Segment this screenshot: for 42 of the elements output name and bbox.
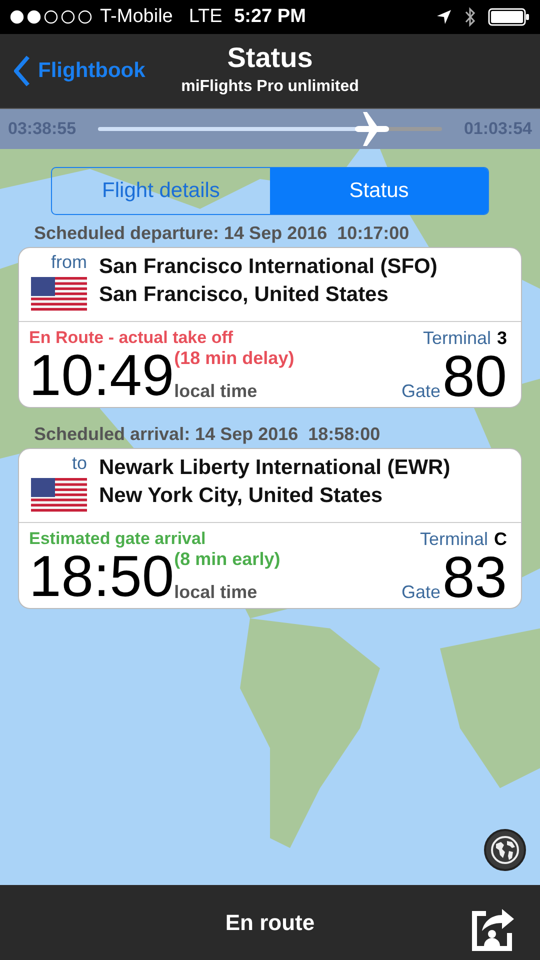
segment-tab[interactable]: Status [270, 168, 488, 214]
flag-icon [31, 478, 87, 514]
time-offset: (18 min delay) [174, 348, 294, 369]
flight-status: Estimated gate arrival [29, 529, 207, 549]
gate-label: Gate [401, 582, 440, 604]
segment-tab[interactable]: Flight details [52, 168, 270, 214]
chevron-left-icon [14, 55, 30, 87]
network-type: LTE [188, 6, 222, 28]
bluetooth-icon [464, 7, 476, 27]
actual-time: 18:50 [29, 549, 174, 605]
carrier-name: T-Mobile [100, 6, 173, 28]
airplane-icon [353, 110, 390, 148]
terminal-label: Terminal [420, 529, 488, 550]
terminal-value: C [494, 529, 507, 550]
actual-time: 10:49 [29, 348, 174, 404]
terminal-label: Terminal [422, 328, 491, 349]
battery-icon [488, 8, 530, 26]
scheduled-time: Scheduled departure: 14 Sep 2016 10:17:00 [34, 223, 410, 244]
time-note: local time [174, 582, 258, 603]
time-offset: (8 min early) [174, 549, 280, 570]
direction-label: from [51, 252, 87, 273]
screen-title: Status [227, 42, 313, 74]
screen-subtitle: miFlights Pro unlimited [181, 78, 359, 96]
direction-label: to [72, 453, 87, 474]
airport-name: Newark Liberty International (EWR) [99, 456, 450, 480]
airport-name: San Francisco International (SFO) [99, 255, 438, 279]
back-button[interactable]: Flightbook [0, 55, 146, 87]
location-icon [436, 9, 452, 25]
city-name: New York City, United States [99, 484, 384, 508]
signal-icon [10, 10, 92, 24]
terminal-value: 3 [496, 328, 507, 349]
gate-label: Gate [401, 381, 440, 403]
gate-number: 83 [442, 550, 507, 606]
time-note: local time [174, 381, 258, 402]
scheduled-time: Scheduled arrival: 14 Sep 2016 18:58:00 [34, 424, 382, 445]
flag-icon [31, 277, 87, 313]
flight-status: En Route - actual take off [29, 328, 234, 348]
clock-time: 5:27 PM [234, 6, 306, 28]
flight-status-label: En route [225, 910, 315, 936]
gate-number: 80 [442, 349, 507, 405]
globe-icon [490, 835, 520, 865]
city-name: San Francisco, United States [99, 283, 390, 307]
